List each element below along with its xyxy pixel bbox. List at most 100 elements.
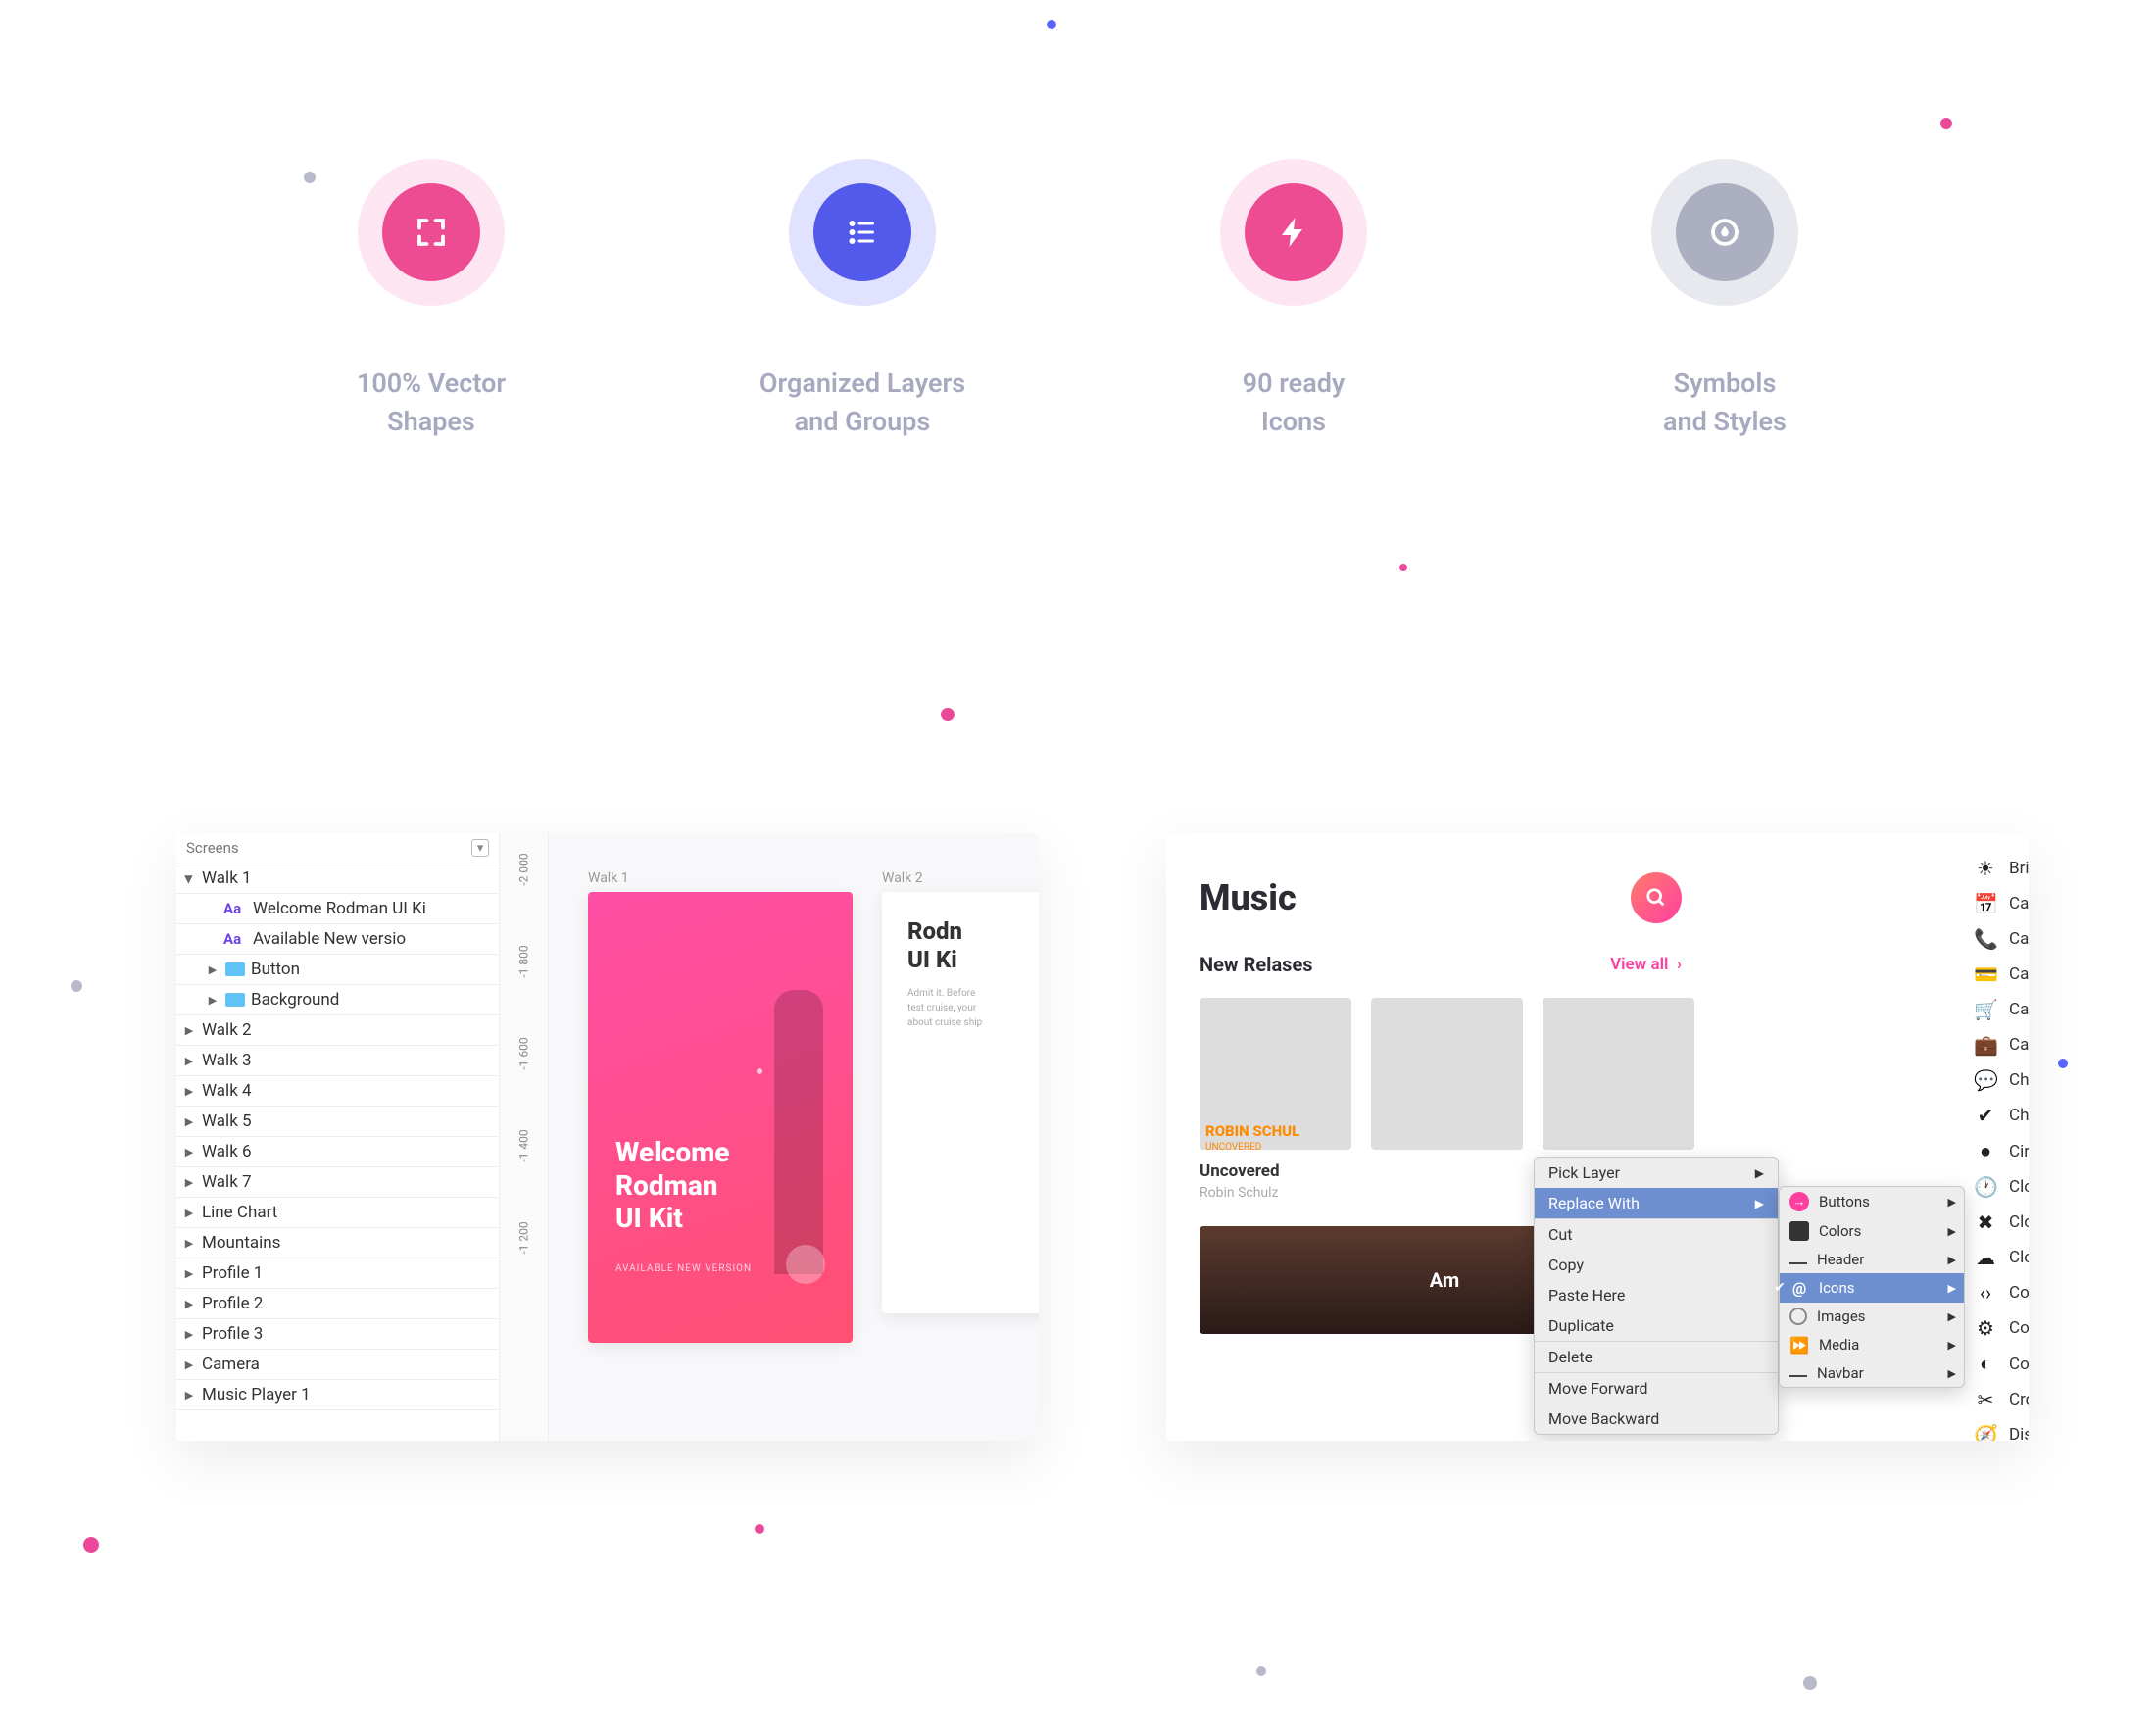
crop-icon: ✂ [1974,1388,1997,1411]
submenu-arrow-icon: ▶ [1948,1339,1956,1352]
icon-catalog-item[interactable]: ✂Crop [1970,1382,2029,1417]
layer-label: Profile 3 [202,1324,263,1344]
icon-catalog-item[interactable]: ⚙Cog [1970,1310,2029,1346]
search-button[interactable] [1631,872,1682,923]
submenu-item[interactable]: Images▶ [1780,1303,1964,1330]
decor-dot [2058,1059,2068,1068]
layer-text-item[interactable]: Aa Available New versio [176,924,499,955]
artboard-sub-line: about cruise ship [907,1017,982,1028]
code-icon: ‹› [1974,1281,1997,1305]
layer-label: Walk 5 [202,1111,252,1131]
icon-catalog-item[interactable]: 💼Case [1970,1027,2029,1062]
context-menu-item[interactable]: Replace With▶ [1535,1188,1778,1218]
ruler-mark: -2 000 [517,853,531,885]
layer-item[interactable]: ▶Walk 7 [176,1167,499,1198]
artboard-walk2[interactable]: Walk 2 Rodn UI Ki Admit it. Before test … [882,892,1039,1313]
album-uncovered[interactable]: UNCOVERED Uncovered Robin Schulz [1200,998,1351,1201]
layer-item[interactable]: ▶Walk 5 [176,1107,499,1137]
icon-label: Cart [2009,1000,2029,1019]
view-all-link[interactable]: View all › [1610,955,1682,974]
layer-label: Walk 3 [202,1051,252,1070]
layer-text-item[interactable]: Aa Welcome Rodman UI Ki [176,894,499,924]
layer-folder-background[interactable]: ▶ Background [176,985,499,1015]
icon-catalog-item[interactable]: 🧭Discover [1970,1417,2029,1441]
layer-item[interactable]: ▶Walk 3 [176,1046,499,1076]
submenu-item[interactable]: ✔Icons▶ [1780,1273,1964,1303]
layer-item[interactable]: ▶Profile 3 [176,1319,499,1350]
context-menu-item[interactable]: Cut [1535,1219,1778,1250]
artboard-sub-line: Admit it. Before [907,988,975,999]
icon-catalog-item[interactable]: ●Circle [1970,1133,2029,1169]
design-canvas[interactable]: Walk 1 Welcome Rodman UI Kit AVAILABLE N… [549,833,1039,1441]
layer-item[interactable]: ▶Walk 2 [176,1015,499,1046]
submenu-item[interactable]: Colors▶ [1780,1216,1964,1246]
icon-catalog-item[interactable]: ✔Check [1970,1098,2029,1133]
context-menu-item[interactable]: Copy [1535,1250,1778,1280]
artboard-title: Rodn UI Ki [907,917,1039,974]
feature-symbols-styles: Symbols and Styles [1578,159,1872,441]
fullscreen-icon [382,183,480,281]
artboard-title-line: UI Ki [907,946,957,973]
close-icon: ✖ [1974,1210,1997,1234]
next-button[interactable] [786,1245,825,1284]
icon-catalog-item[interactable]: 📅Calendar [1970,886,2029,921]
layer-item[interactable]: ▶Walk 6 [176,1137,499,1167]
artboard-sub-line: test cruise, your [907,1003,976,1013]
layer-folder-button[interactable]: ▶ Button [176,955,499,985]
layer-label: Mountains [202,1233,280,1253]
decor-dot [1399,564,1407,571]
artboard-walk1[interactable]: Walk 1 Welcome Rodman UI Kit AVAILABLE N… [588,892,853,1343]
icon-catalog-item[interactable]: ☀Brightness [1970,851,2029,886]
layer-group-walk1[interactable]: ▶ Walk 1 [176,864,499,894]
submenu-item[interactable]: Navbar▶ [1780,1359,1964,1387]
artboard-title: Welcome Rodman UI Kit [615,1136,729,1235]
icon-label: Chat [2009,1070,2029,1090]
context-menu-item[interactable]: Pick Layer▶ [1535,1158,1778,1188]
context-menu-item[interactable]: Move Backward [1535,1404,1778,1434]
cover-subtext: UNCOVERED [1205,1142,1261,1150]
context-menu-item[interactable]: Duplicate [1535,1310,1778,1341]
icon-catalog-item[interactable]: 🛒 Cart [1970,992,2029,1027]
section-header: New Relases View all › [1200,953,1682,976]
layers-collapse-button[interactable]: ▾ [471,839,489,857]
icon-catalog-item[interactable]: 💳Card [1970,957,2029,992]
submenu-arrow-icon: ▶ [1948,1310,1956,1323]
layer-item[interactable]: ▶Mountains [176,1228,499,1258]
menu-label: Pick Layer [1548,1163,1620,1182]
context-menu-item[interactable]: Delete [1535,1342,1778,1372]
icon-catalog-item[interactable]: ✖Close [1970,1205,2029,1240]
icon-catalog-item[interactable]: 🕐Clock [1970,1169,2029,1205]
decor-dot [1940,118,1952,129]
layers-title: Screens [186,839,239,857]
layer-item[interactable]: ▶Line Chart [176,1198,499,1228]
list-icon [813,183,911,281]
context-submenu[interactable]: →Buttons▶Colors▶Header▶✔Icons▶Images▶⏩Me… [1779,1186,1965,1388]
submenu-item[interactable]: Header▶ [1780,1246,1964,1273]
layer-item[interactable]: ▶Walk 4 [176,1076,499,1107]
cart-icon: 🛒 [1974,998,1997,1021]
decor-dot [755,1524,764,1534]
context-menu-item[interactable]: Paste Here [1535,1280,1778,1310]
context-menu-item[interactable]: Move Forward [1535,1373,1778,1404]
layer-item[interactable]: ▶Profile 1 [176,1258,499,1289]
icon-catalog-item[interactable]: ☁Cloud [1970,1240,2029,1275]
text-layer-icon: Aa [223,900,247,917]
album-item[interactable] [1371,998,1523,1201]
context-menu[interactable]: Pick Layer▶Replace With▶CutCopyPaste Her… [1534,1157,1779,1435]
submenu-item[interactable]: →Buttons▶ [1780,1187,1964,1216]
layer-label: Music Player 1 [202,1385,311,1405]
icon-catalog-item[interactable]: ◐Contrast [1970,1346,2029,1382]
album-cover [1371,998,1523,1150]
icon-catalog-item[interactable]: 💬Chat [1970,1062,2029,1098]
layer-item[interactable]: ▶Profile 2 [176,1289,499,1319]
layer-item[interactable]: ▶Camera [176,1350,499,1380]
section-title: New Relases [1200,953,1313,976]
submenu-item[interactable]: ⏩Media▶ [1780,1330,1964,1359]
icon-catalog-item[interactable]: 📞Call [1970,921,2029,957]
icon-label: Contrast [2009,1355,2029,1374]
icon-catalog-item[interactable]: ‹›Code [1970,1275,2029,1310]
feature-icon-ring [358,159,505,306]
layer-item[interactable]: ▶Music Player 1 [176,1380,499,1410]
submenu-arrow-icon: ▶ [1755,1197,1764,1210]
sketch-layers-panel: Screens ▾ ▶ Walk 1 Aa Welcome Rodman UI … [176,833,1039,1441]
